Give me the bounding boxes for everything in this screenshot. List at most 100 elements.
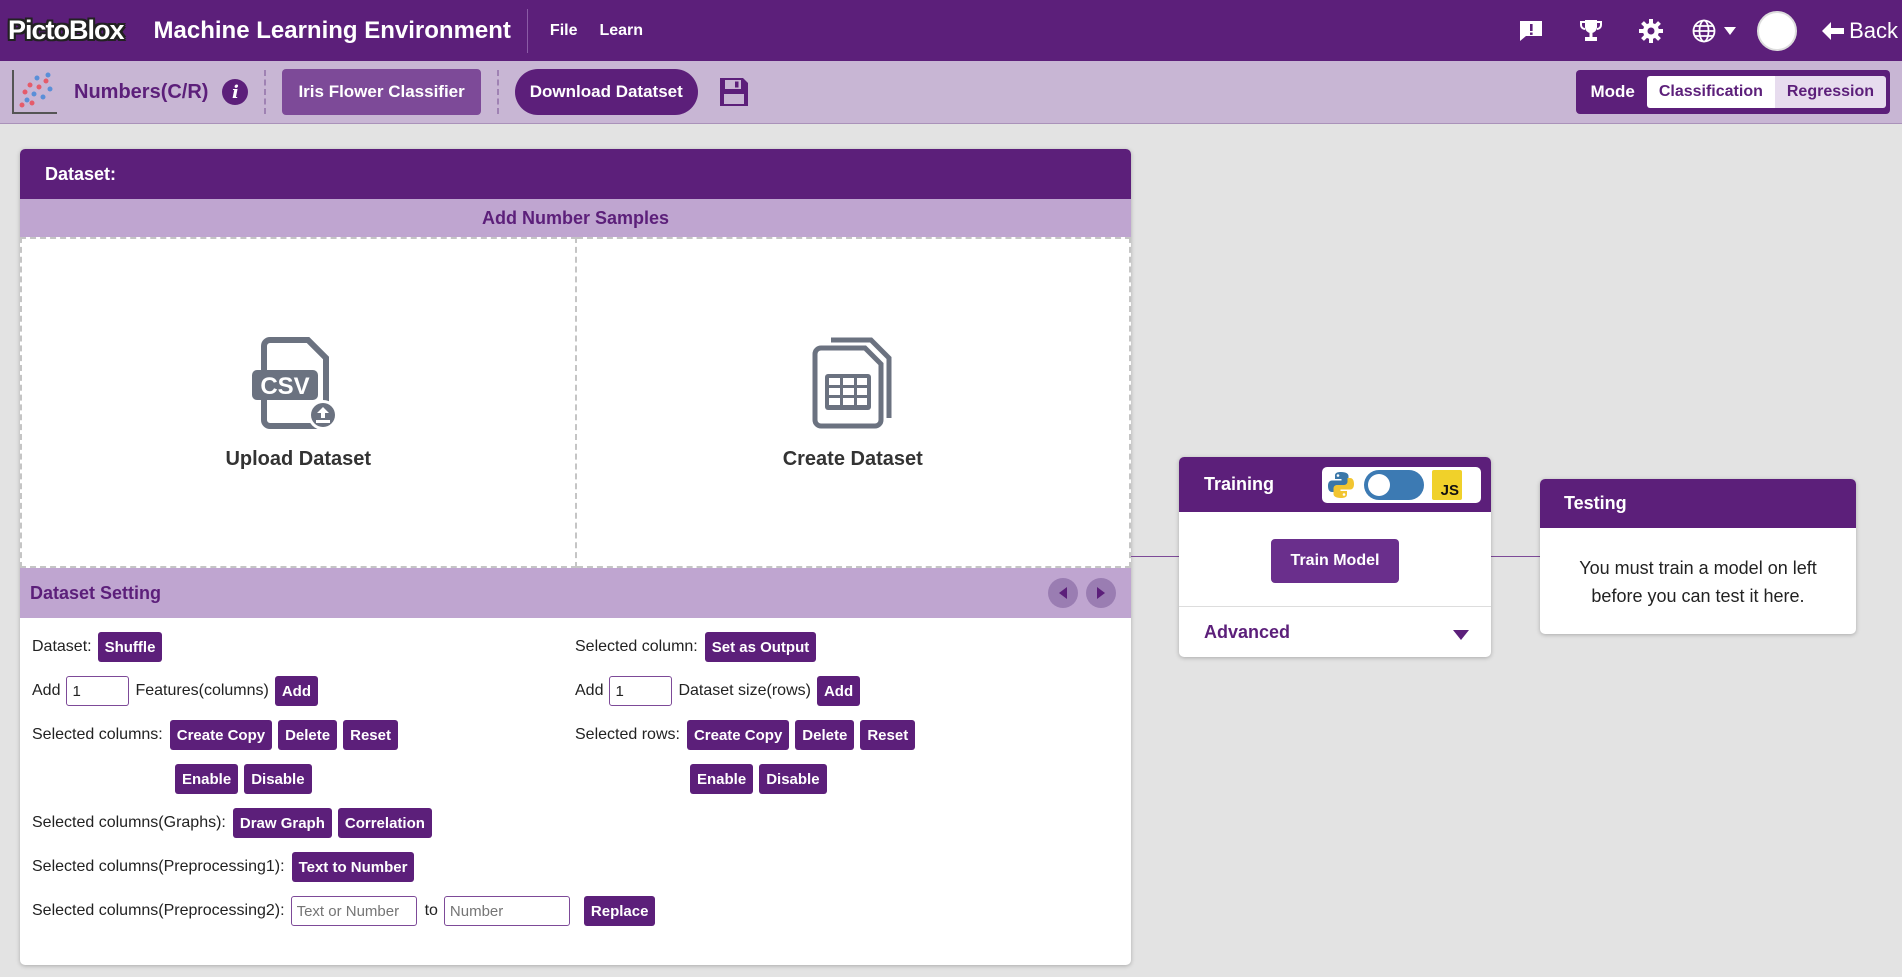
columns-delete-button[interactable]: Delete bbox=[278, 720, 338, 750]
language-selector[interactable] bbox=[1691, 18, 1737, 44]
numbers-dataset-icon bbox=[12, 70, 57, 114]
features-count-input[interactable] bbox=[66, 676, 130, 706]
add-label: Add bbox=[32, 682, 61, 699]
shuffle-button[interactable]: Shuffle bbox=[97, 632, 163, 662]
dataset-label: Dataset: bbox=[32, 638, 92, 655]
toolbar: Numbers(C/R) i Iris Flower Classifier Do… bbox=[0, 61, 1902, 124]
divider bbox=[1179, 606, 1491, 607]
to-label: to bbox=[424, 902, 438, 919]
save-icon[interactable] bbox=[718, 76, 750, 108]
add-rows-label: Add bbox=[575, 682, 604, 699]
preprocessing2-row: Selected columns(Preprocessing2): to Rep… bbox=[32, 895, 656, 927]
menu-file[interactable]: File bbox=[550, 22, 578, 40]
rows-enable-button[interactable]: Enable bbox=[690, 764, 754, 794]
rows-enable-row: Enable Disable bbox=[684, 763, 827, 795]
columns-disable-button[interactable]: Disable bbox=[244, 764, 312, 794]
replace-button[interactable]: Replace bbox=[583, 896, 656, 926]
columns-enable-button[interactable]: Enable bbox=[175, 764, 239, 794]
add-rows-button[interactable]: Add bbox=[816, 676, 861, 706]
mode-label: Mode bbox=[1590, 82, 1635, 101]
previous-button[interactable] bbox=[1048, 578, 1078, 608]
download-dataset-button[interactable]: Download Datatset bbox=[514, 69, 698, 115]
csv-upload-icon: CSV bbox=[252, 337, 339, 430]
mode-switch: Mode Classification Regression bbox=[1576, 70, 1890, 114]
python-icon[interactable] bbox=[1326, 470, 1356, 500]
info-icon[interactable]: i bbox=[222, 79, 249, 105]
preprocessing1-row: Selected columns(Preprocessing1): Text t… bbox=[32, 851, 415, 883]
set-as-output-button[interactable]: Set as Output bbox=[704, 632, 817, 662]
add-rows-row: Add Dataset size(rows) Add bbox=[575, 675, 861, 707]
divider bbox=[264, 70, 267, 114]
preprocessing2-label: Selected columns(Preprocessing2): bbox=[32, 902, 285, 919]
connector-line bbox=[1491, 556, 1540, 557]
features-label: Features(columns) bbox=[135, 682, 269, 699]
back-button[interactable]: Back bbox=[1821, 18, 1898, 44]
rows-disable-button[interactable]: Disable bbox=[759, 764, 827, 794]
chevron-down-icon[interactable] bbox=[1453, 630, 1469, 640]
dataset-settings: Dataset: Shuffle Add Features(columns) A… bbox=[20, 618, 1131, 965]
create-dataset-label: Create Dataset bbox=[782, 448, 923, 470]
chevron-down-icon bbox=[1724, 26, 1737, 35]
upload-area: CSV Upload Dataset Create Dataset bbox=[20, 237, 1131, 568]
gear-icon[interactable] bbox=[1631, 11, 1671, 51]
train-model-button[interactable]: Train Model bbox=[1271, 539, 1399, 583]
project-name-button[interactable]: Iris Flower Classifier bbox=[282, 69, 481, 115]
chevron-left-icon bbox=[1059, 587, 1067, 599]
text-to-number-button[interactable]: Text to Number bbox=[291, 852, 415, 882]
connector-line bbox=[1131, 556, 1179, 557]
graphs-row: Selected columns(Graphs): Draw Graph Cor… bbox=[32, 807, 432, 839]
dataset-header: Dataset: bbox=[20, 149, 1131, 199]
training-title: Training bbox=[1204, 474, 1275, 494]
js-icon[interactable]: JS bbox=[1432, 470, 1462, 500]
trophy-icon[interactable] bbox=[1571, 11, 1611, 51]
rows-count-input[interactable] bbox=[609, 676, 673, 706]
svg-text:CSV: CSV bbox=[261, 373, 310, 400]
globe-icon bbox=[1692, 19, 1716, 42]
selected-rows-row: Selected rows: Create Copy Delete Reset bbox=[575, 719, 916, 751]
columns-create-copy-button[interactable]: Create Copy bbox=[169, 720, 273, 750]
rows-reset-button[interactable]: Reset bbox=[860, 720, 916, 750]
mode-classification[interactable]: Classification bbox=[1646, 76, 1775, 108]
divider bbox=[496, 70, 499, 114]
testing-panel: Testing You must train a model on left b… bbox=[1540, 479, 1856, 634]
pictoblox-logo[interactable]: PictoBlox bbox=[8, 15, 125, 46]
add-samples-title: Add Number Samples bbox=[20, 199, 1131, 237]
columns-reset-button[interactable]: Reset bbox=[343, 720, 398, 750]
add-features-button[interactable]: Add bbox=[274, 676, 319, 706]
divider bbox=[526, 8, 528, 53]
back-label: Back bbox=[1849, 17, 1898, 43]
replace-from-input[interactable] bbox=[290, 896, 417, 926]
python-js-toggle[interactable] bbox=[1364, 470, 1424, 500]
selected-rows-label: Selected rows: bbox=[575, 726, 680, 743]
dataset-panel: Dataset: Add Number Samples CSV Upload D… bbox=[20, 149, 1131, 965]
back-arrow-icon bbox=[1822, 21, 1845, 40]
top-bar: PictoBlox Machine Learning Environment F… bbox=[0, 0, 1902, 61]
testing-title: Testing bbox=[1540, 479, 1856, 528]
training-panel: Training JS Train Model Advanced bbox=[1179, 457, 1491, 657]
next-button[interactable] bbox=[1086, 578, 1116, 608]
upload-dataset-label: Upload Dataset bbox=[225, 448, 372, 470]
selected-column-label: Selected column: bbox=[575, 638, 698, 655]
language-toggle: JS bbox=[1322, 467, 1481, 503]
chevron-right-icon bbox=[1097, 587, 1105, 599]
correlation-button[interactable]: Correlation bbox=[337, 808, 432, 838]
draw-graph-button[interactable]: Draw Graph bbox=[232, 808, 332, 838]
mode-regression[interactable]: Regression bbox=[1774, 76, 1886, 108]
upload-dataset-card[interactable]: CSV Upload Dataset bbox=[20, 237, 577, 568]
add-features-row: Add Features(columns) Add bbox=[32, 675, 319, 707]
selected-columns-row: Selected columns: Create Copy Delete Res… bbox=[32, 719, 398, 751]
rows-delete-button[interactable]: Delete bbox=[795, 720, 855, 750]
selected-column-row: Selected column: Set as Output bbox=[575, 631, 817, 663]
create-dataset-card[interactable]: Create Dataset bbox=[576, 237, 1131, 568]
app-title: Machine Learning Environment bbox=[153, 16, 511, 44]
menu-learn[interactable]: Learn bbox=[599, 22, 643, 40]
dataset-setting-title: Dataset Setting bbox=[30, 582, 162, 603]
replace-to-input[interactable] bbox=[443, 896, 570, 926]
testing-message: You must train a model on left before yo… bbox=[1579, 558, 1817, 606]
rows-create-copy-button[interactable]: Create Copy bbox=[686, 720, 790, 750]
preprocessing1-label: Selected columns(Preprocessing1): bbox=[32, 858, 285, 875]
dataset-type: Numbers(C/R) bbox=[74, 80, 209, 103]
feedback-icon[interactable] bbox=[1511, 11, 1551, 51]
avatar[interactable] bbox=[1757, 10, 1798, 51]
advanced-toggle[interactable]: Advanced bbox=[1204, 622, 1290, 643]
